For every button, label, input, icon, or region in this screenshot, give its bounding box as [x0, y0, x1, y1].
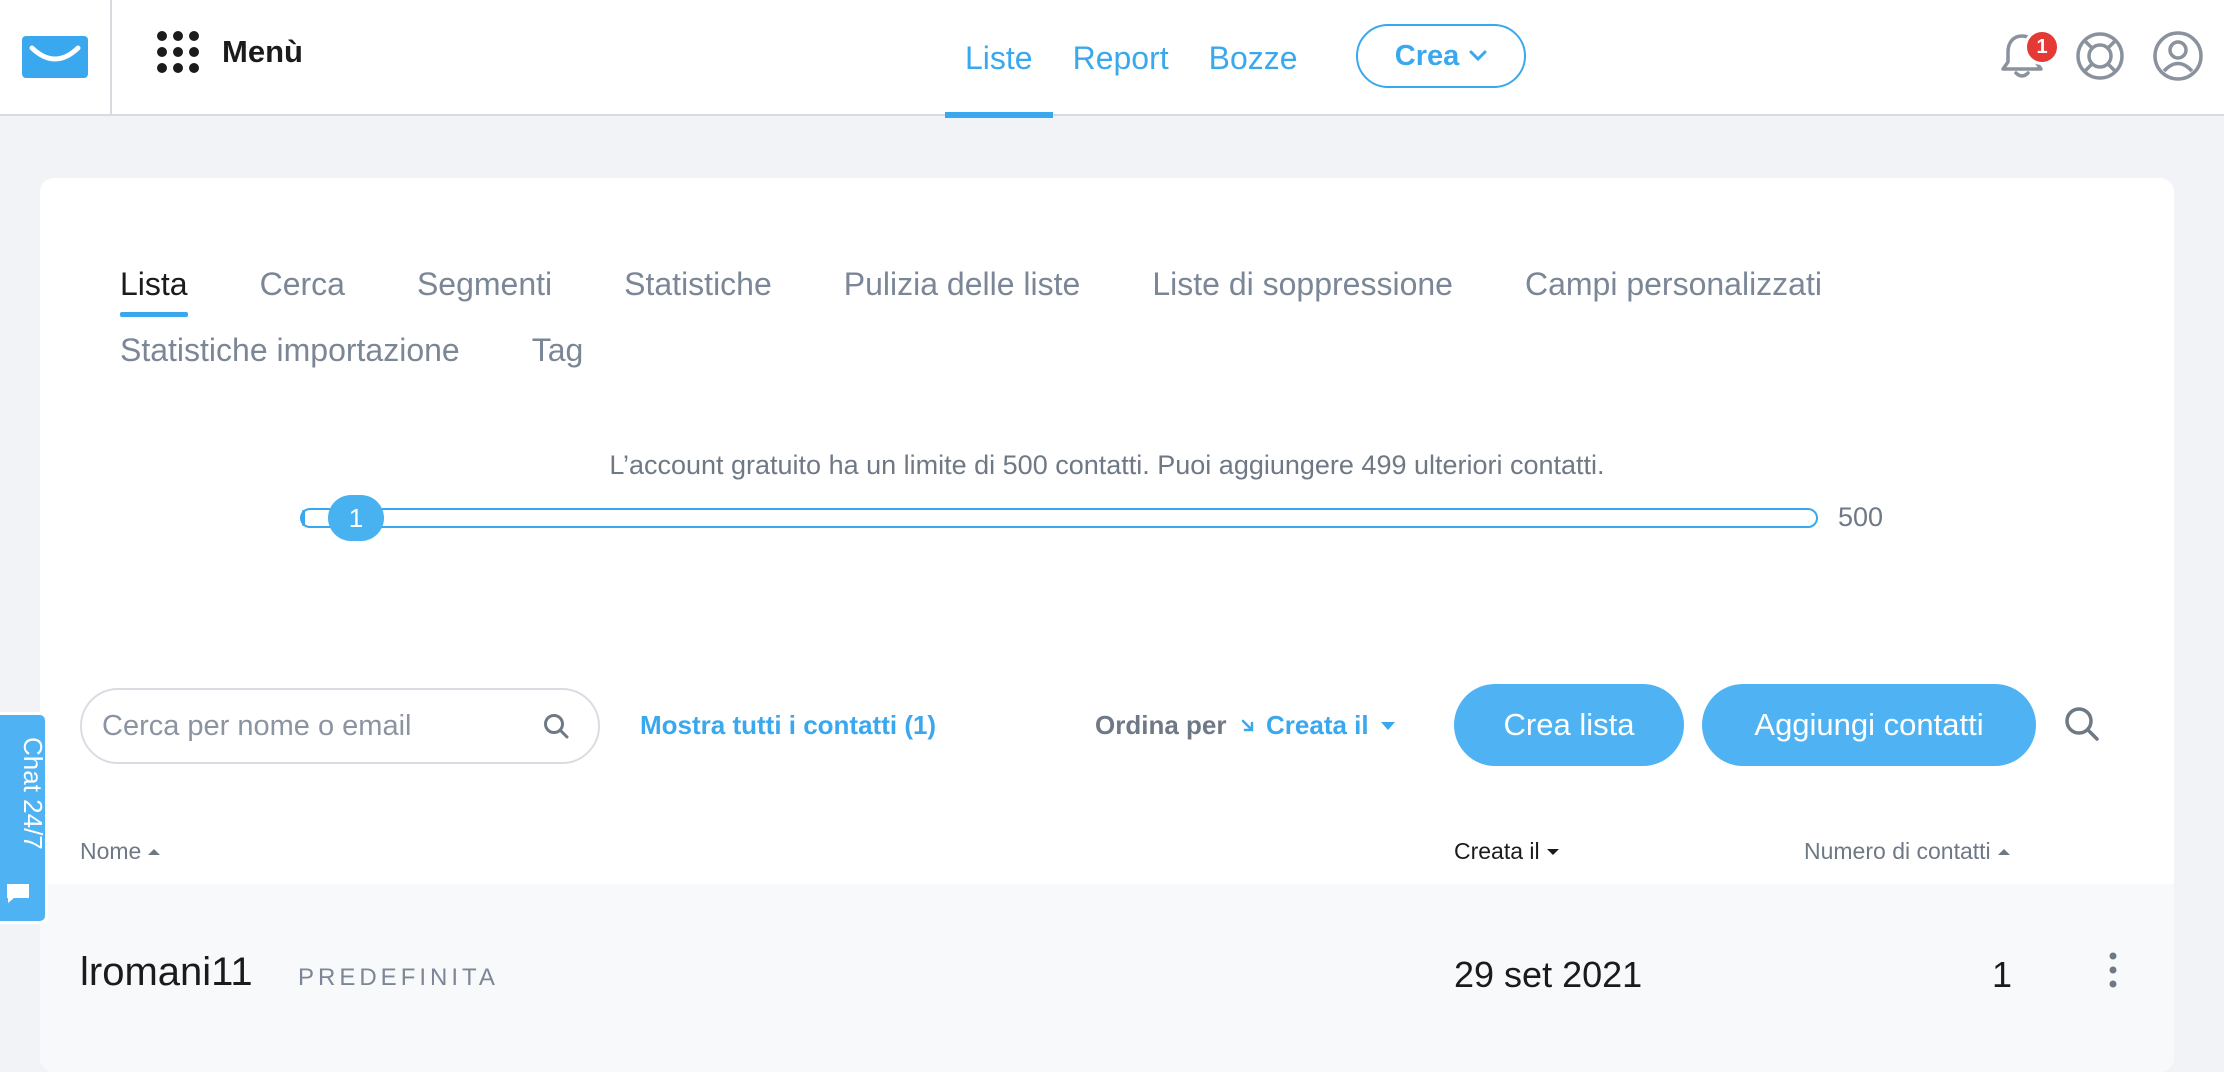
top-bar: Menù Liste Report Bozze Crea 1	[0, 0, 2224, 118]
nav-liste[interactable]: Liste	[945, 0, 1053, 118]
envelope-logo-icon	[22, 36, 88, 78]
list-contact-count: 1	[1992, 954, 2013, 995]
list-name[interactable]: lromani11	[80, 950, 253, 995]
nav-report[interactable]: Report	[1053, 0, 1189, 116]
main-menu-button[interactable]: Menù	[156, 30, 303, 74]
tabs-row-2: Statistiche importazione Tag	[120, 332, 583, 383]
chevron-down-icon	[1469, 50, 1487, 62]
add-contacts-button[interactable]: Aggiungi contatti	[1702, 684, 2036, 766]
tab-segmenti[interactable]: Segmenti	[417, 266, 552, 317]
tab-campi-personalizzati[interactable]: Campi personalizzati	[1525, 266, 1822, 317]
contact-limit-text: L’account gratuito ha un limite di 500 c…	[609, 450, 1605, 480]
chat-support-tab[interactable]: Chat 24/7	[0, 712, 48, 924]
logo[interactable]	[0, 0, 112, 114]
contact-limit-bar-fill	[302, 510, 306, 526]
create-dropdown-button[interactable]: Crea	[1356, 24, 1526, 88]
sort-arrow-icon	[1241, 719, 1254, 731]
column-header-name-label: Nome	[80, 838, 142, 864]
search-icon[interactable]	[2062, 704, 2102, 744]
column-header-count[interactable]: Numero di contatti	[1804, 838, 2011, 865]
top-nav: Liste Report Bozze	[945, 0, 1318, 118]
create-label: Crea	[1394, 39, 1460, 72]
column-header-name[interactable]: Nome	[80, 838, 161, 865]
tab-tag[interactable]: Tag	[532, 332, 584, 383]
list-created-date: 29 set 2021	[1454, 954, 1643, 995]
caret-down-icon	[1546, 848, 1559, 855]
tab-liste-soppressione[interactable]: Liste di soppressione	[1152, 266, 1453, 317]
tab-statistiche-importazione[interactable]: Statistiche importazione	[120, 332, 460, 383]
notification-badge: 1	[2024, 29, 2060, 65]
list-search-field	[80, 688, 600, 764]
chat-bubble-icon	[7, 884, 29, 903]
tab-pulizia-liste[interactable]: Pulizia delle liste	[844, 266, 1081, 317]
sort-dropdown[interactable]: Creata il	[1240, 710, 1397, 741]
user-avatar-icon[interactable]	[2152, 30, 2204, 82]
chat-label: Chat 24/7	[18, 737, 48, 850]
lists-card: Lista Cerca Segmenti Statistiche Pulizia…	[40, 178, 2174, 1072]
search-icon[interactable]	[542, 712, 570, 740]
column-header-created[interactable]: Creata il	[1454, 838, 1560, 865]
list-search-input[interactable]	[102, 709, 542, 743]
caret-down-icon	[1380, 721, 1395, 730]
create-list-button[interactable]: Crea lista	[1454, 684, 1684, 766]
column-header-count-label: Numero di contatti	[1804, 838, 1991, 864]
tab-cerca[interactable]: Cerca	[260, 266, 345, 317]
contact-limit-bar	[300, 508, 1818, 528]
show-all-contacts-link[interactable]: Mostra tutti i contatti (1)	[640, 710, 936, 741]
sort-value-label: Creata il	[1266, 710, 1369, 740]
caret-up-icon	[1997, 848, 2010, 855]
tab-statistiche[interactable]: Statistiche	[624, 266, 772, 317]
apps-grid-icon	[157, 31, 199, 73]
more-vertical-icon[interactable]	[2106, 948, 2120, 992]
contact-limit-max: 500	[1838, 502, 1884, 532]
nav-bozze[interactable]: Bozze	[1189, 0, 1318, 116]
table-row[interactable]: lromani11 PREDEFINITA 29 set 2021 1	[40, 884, 2174, 1072]
menu-label: Menù	[222, 34, 303, 69]
sort-label: Ordina per	[1095, 710, 1227, 740]
tabs-row-1: Lista Cerca Segmenti Statistiche Pulizia…	[120, 266, 1822, 317]
contact-limit-current: 1	[328, 495, 384, 541]
default-list-badge: PREDEFINITA	[298, 964, 499, 991]
column-header-created-label: Creata il	[1454, 838, 1540, 864]
tab-lista[interactable]: Lista	[120, 266, 188, 317]
caret-up-icon	[148, 848, 161, 855]
help-lifebuoy-icon[interactable]	[2074, 30, 2126, 82]
